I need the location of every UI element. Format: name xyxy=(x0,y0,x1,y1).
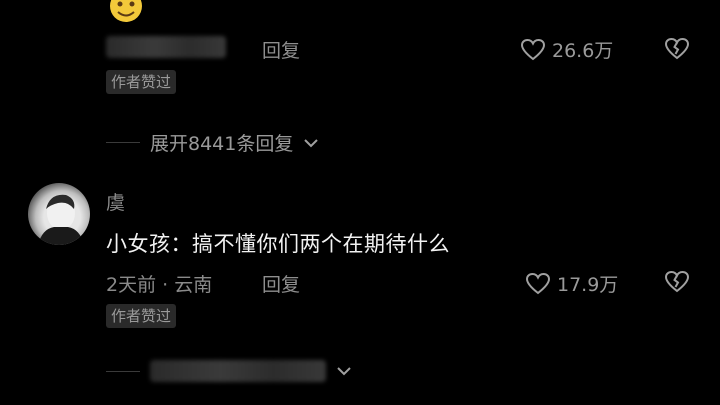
dislike-button[interactable] xyxy=(664,270,690,294)
comment-author[interactable]: 虞 xyxy=(106,188,125,215)
chevron-down-icon xyxy=(303,132,319,154)
chevron-down-icon xyxy=(336,360,352,382)
author-liked-badge: 作者赞过 xyxy=(106,70,177,94)
heart-outline-icon xyxy=(525,272,551,296)
expand-replies-button[interactable]: 展开8441条回复 xyxy=(106,129,319,156)
broken-heart-icon xyxy=(664,270,690,294)
divider-line xyxy=(106,370,140,372)
broken-heart-icon xyxy=(664,37,690,61)
expand-replies-button[interactable] xyxy=(106,360,352,382)
like-button[interactable]: 26.6万 xyxy=(520,36,613,63)
divider-line xyxy=(106,142,140,143)
heart-outline-icon xyxy=(520,38,546,62)
reply-button[interactable]: 回复 xyxy=(262,36,300,63)
emoji-icon xyxy=(106,0,146,24)
comment-text: 小女孩：搞不懂你们两个在期待什么 xyxy=(106,232,450,256)
like-count: 17.9万 xyxy=(557,274,619,296)
dislike-button[interactable] xyxy=(664,37,690,61)
avatar[interactable] xyxy=(28,183,90,245)
expand-replies-label: 展开8441条回复 xyxy=(150,133,294,155)
like-count: 26.6万 xyxy=(552,40,614,62)
comment-meta: 2天前 · 云南 xyxy=(106,274,213,296)
like-button[interactable]: 17.9万 xyxy=(525,270,618,297)
reply-button[interactable]: 回复 xyxy=(262,270,300,297)
blurred-timestamp xyxy=(106,36,226,58)
blurred-expand-label xyxy=(150,360,326,382)
author-liked-badge: 作者赞过 xyxy=(106,304,177,328)
